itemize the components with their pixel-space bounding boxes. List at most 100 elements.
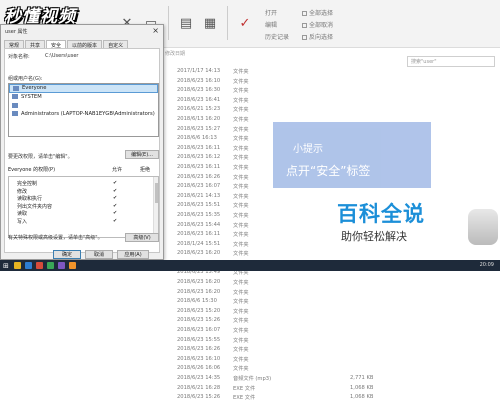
select-all-button[interactable]: 全部选择	[302, 8, 333, 17]
browser-icon[interactable]	[25, 262, 32, 269]
close-icon[interactable]: ×	[152, 26, 159, 35]
file-row[interactable]: 2018/6/23 16:07 文件夹	[165, 327, 495, 337]
file-date: 2018/6/23 16:12	[177, 154, 221, 161]
file-date: 2016/6/21 15:23	[177, 106, 221, 113]
file-row[interactable]: 2016/6/21 15:23 文件夹	[165, 106, 495, 116]
edit-permissions-button[interactable]: 编辑(E)...	[125, 150, 159, 159]
file-date: 2018/1/24 15:51	[177, 240, 221, 247]
app-icon[interactable]	[69, 262, 76, 269]
properties-dialog: user 属性 × 常规 共享 安全 以前的版本 自定义 对象名称: C:\Us…	[0, 24, 164, 260]
file-date: 2018/6/23 15:51	[177, 202, 221, 209]
file-type: 文件夹	[233, 212, 249, 219]
file-type: 文件夹	[233, 232, 249, 239]
file-date: 2018/6/23 16:10	[177, 77, 221, 84]
file-type: 文件夹	[233, 193, 249, 200]
ok-button[interactable]: 确定	[53, 250, 81, 259]
file-row[interactable]: 2018/6/23 15:26 EXE 文件 1,068 KB	[165, 394, 495, 404]
file-type: 文件夹	[233, 116, 249, 123]
search-input[interactable]: 搜索"user"	[407, 56, 495, 67]
file-type: 文件夹	[233, 222, 249, 229]
new-folder-icon[interactable]: ▤	[179, 16, 193, 31]
user-item-system[interactable]: SYSTEM	[9, 93, 158, 102]
advanced-button[interactable]: 高级(V)	[125, 233, 159, 242]
file-type: 文件夹	[233, 328, 249, 335]
file-row[interactable]: 2018/6/23 16:41 文件夹	[165, 97, 495, 107]
file-row[interactable]: 2018/6/21 16:28 EXE 文件 1,068 KB	[165, 385, 495, 395]
file-type: 文件夹	[233, 203, 249, 210]
file-date: 2018/6/23 16:10	[177, 355, 221, 362]
file-type: 文件夹	[233, 164, 249, 171]
invert-selection-button[interactable]: 反向选择	[302, 32, 333, 41]
open-button[interactable]: 打开	[265, 8, 289, 17]
file-type: 文件夹	[233, 337, 249, 344]
app-icon[interactable]	[58, 262, 65, 269]
new-item-icon[interactable]: ▦	[203, 16, 217, 31]
history-button[interactable]: 历史记录	[265, 32, 289, 41]
cancel-button[interactable]: 取消	[85, 250, 113, 259]
file-date: 2018/6/23 16:41	[177, 96, 221, 103]
file-type: 文件夹	[233, 88, 249, 95]
file-type: 文件夹	[233, 107, 249, 114]
permission-name: 读取	[17, 211, 28, 218]
advanced-hint: 有关特殊权限或高级设置，请单击"高级"。	[8, 235, 103, 241]
file-type: EXE 文件	[233, 385, 256, 392]
file-row[interactable]: 2018/6/23 16:10 文件夹	[165, 78, 495, 88]
scrollbar-thumb[interactable]	[155, 183, 158, 203]
file-date: 2018/6/21 16:28	[177, 384, 221, 391]
open-group: 打开 编辑 历史记录	[265, 8, 289, 41]
apply-button[interactable]: 应用(A)	[117, 250, 149, 259]
file-date: 2018/6/23 16:07	[177, 327, 221, 334]
file-explorer-icon[interactable]	[14, 262, 21, 269]
file-row[interactable]: 2018/6/23 14:35 音频文件 (mp3) 2,771 KB	[165, 375, 495, 385]
tip-text: 点开“安全”标签	[286, 164, 371, 178]
allow-check-icon: ✔	[113, 217, 118, 224]
permission-list: 完全控制 ✔ 修改 ✔ 读取和执行 ✔ 列出文件夹内容 ✔ 读取 ✔ 写入 ✔	[8, 176, 159, 238]
edit-button[interactable]: 编辑	[265, 20, 289, 29]
file-row[interactable]: 2018/6/23 16:26 文件夹	[165, 346, 495, 356]
clock[interactable]: 20:09	[480, 262, 494, 268]
file-date: 2018/6/13 16:20	[177, 115, 221, 122]
avatar	[468, 209, 498, 245]
select-none-button[interactable]: 全部取消	[302, 20, 333, 29]
file-type: 文件夹	[233, 366, 249, 373]
allow-check-icon: ✔	[113, 187, 118, 194]
user-item-redacted[interactable]	[9, 101, 158, 110]
file-row[interactable]: 2018/6/23 15:26 文件夹	[165, 317, 495, 327]
file-type: 文件夹	[233, 241, 249, 248]
file-row[interactable]: 2018/6/23 15:20 文件夹	[165, 308, 495, 318]
scrollbar[interactable]	[153, 177, 158, 237]
user-item-everyone[interactable]: Everyone	[9, 84, 158, 93]
file-row[interactable]: 2017/1/17 14:13 文件夹	[165, 68, 495, 78]
file-date: 2018/6/23 16:11	[177, 144, 221, 151]
app-icon[interactable]	[47, 262, 54, 269]
file-type: 文件夹	[233, 280, 249, 287]
file-row[interactable]: 2018/6/23 16:30 文件夹	[165, 87, 495, 97]
file-date: 2018/6/6 15:30	[177, 298, 217, 305]
column-header-date[interactable]: 修改日期	[165, 50, 185, 57]
permission-row: 读取 ✔	[9, 210, 158, 218]
file-row[interactable]: 2018/6/23 15:55 文件夹	[165, 337, 495, 347]
file-type: 音频文件 (mp3)	[233, 376, 272, 382]
user-group-icon	[12, 94, 18, 100]
app-icon[interactable]	[36, 262, 43, 269]
user-group-icon	[13, 85, 19, 91]
file-row[interactable]: 2018/6/23 16:20 文件夹	[165, 250, 495, 260]
permission-row: 修改 ✔	[9, 188, 158, 196]
file-date: 2018/6/23 16:26	[177, 346, 221, 353]
file-row[interactable]: 2018/6/6 15:30 文件夹	[165, 298, 495, 308]
file-date: 2018/6/23 16:20	[177, 250, 221, 257]
properties-icon[interactable]: ✓	[238, 16, 252, 31]
permission-header: Everyone 的权限(P) 允许 拒绝	[8, 166, 159, 173]
ribbon-divider	[168, 6, 169, 40]
file-row[interactable]: 2018/6/23 16:20 文件夹	[165, 289, 495, 299]
file-type: 文件夹	[233, 318, 249, 325]
file-type: 文件夹	[233, 145, 249, 152]
file-row[interactable]: 2018/6/26 16:06 文件夹	[165, 365, 495, 375]
permission-name: 写入	[17, 218, 28, 225]
user-item-administrators[interactable]: Administrators (LAPTOP-NAB1EYGB\Administ…	[9, 110, 158, 119]
user-list: Everyone SYSTEM Administrators (LAPTOP-N…	[8, 83, 159, 137]
windows-start-icon[interactable]: ⊞	[3, 262, 9, 270]
file-type: 文件夹	[233, 69, 249, 75]
file-row[interactable]: 2018/6/23 16:10 文件夹	[165, 356, 495, 366]
file-row[interactable]: 2018/6/23 16:20 文件夹	[165, 279, 495, 289]
